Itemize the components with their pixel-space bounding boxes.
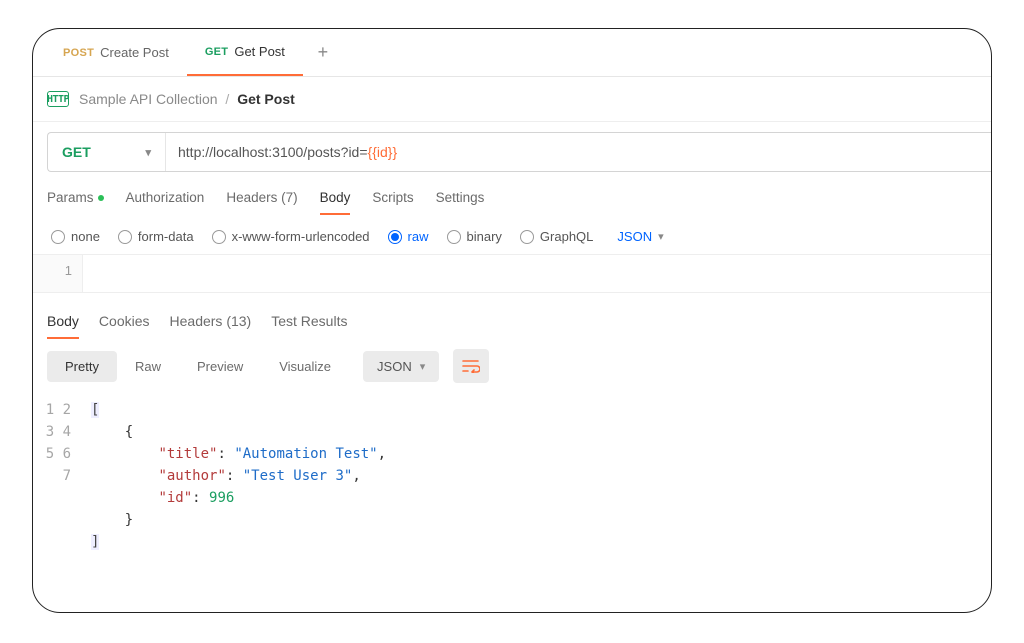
- radio-label: x-www-form-urlencoded: [232, 229, 370, 244]
- tab-headers[interactable]: Headers (7): [226, 190, 297, 215]
- tab-scripts[interactable]: Scripts: [372, 190, 413, 215]
- breadcrumb-collection[interactable]: Sample API Collection: [79, 91, 218, 107]
- tab-label: Create Post: [100, 45, 169, 60]
- response-format-value: JSON: [377, 359, 412, 374]
- radio-label: binary: [467, 229, 502, 244]
- body-type-urlencoded[interactable]: x-www-form-urlencoded: [212, 229, 370, 244]
- chevron-down-icon: ▾: [145, 146, 151, 159]
- request-body-editor[interactable]: 1: [33, 255, 991, 293]
- response-tab-headers[interactable]: Headers (13): [170, 313, 252, 339]
- tab-create-post[interactable]: POST Create Post: [45, 29, 187, 76]
- tab-params[interactable]: Params: [47, 190, 104, 215]
- tab-body[interactable]: Body: [320, 190, 351, 215]
- radio-icon: [520, 230, 534, 244]
- breadcrumb-separator: /: [225, 91, 229, 107]
- editor-gutter: 1: [33, 255, 83, 292]
- response-format-dropdown[interactable]: JSON ▾: [363, 351, 439, 382]
- method-badge-post: POST: [63, 47, 94, 59]
- tab-get-post[interactable]: GET Get Post: [187, 29, 303, 76]
- response-viewmode-bar: Pretty Raw Preview Visualize JSON ▾: [33, 339, 991, 393]
- body-type-raw[interactable]: raw: [388, 229, 429, 244]
- wrap-icon: [462, 359, 480, 373]
- chevron-down-icon: ▾: [420, 360, 426, 373]
- tab-params-label: Params: [47, 190, 94, 205]
- params-indicator-dot: [98, 195, 104, 201]
- method-value: GET: [62, 144, 91, 160]
- body-type-graphql[interactable]: GraphQL: [520, 229, 593, 244]
- viewmode-visualize[interactable]: Visualize: [261, 351, 349, 382]
- radio-icon: [212, 230, 226, 244]
- url-input[interactable]: http://localhost:3100/posts?id={{id}}: [166, 133, 991, 171]
- radio-icon: [388, 230, 402, 244]
- radio-icon: [51, 230, 65, 244]
- response-gutter: 1 2 3 4 5 6 7: [33, 393, 83, 559]
- response-tab-cookies[interactable]: Cookies: [99, 313, 150, 339]
- radio-label: none: [71, 229, 100, 244]
- response-tab-body[interactable]: Body: [47, 313, 79, 339]
- body-type-binary[interactable]: binary: [447, 229, 502, 244]
- method-dropdown[interactable]: GET ▾: [48, 133, 166, 171]
- radio-label: form-data: [138, 229, 194, 244]
- breadcrumb: Sample API Collection / Get Post: [79, 91, 295, 107]
- url-text: http://localhost:3100/posts?id=: [178, 144, 368, 160]
- body-type-none[interactable]: none: [51, 229, 100, 244]
- breadcrumb-current: Get Post: [237, 91, 295, 107]
- breadcrumb-row: HTTP Sample API Collection / Get Post: [33, 77, 991, 122]
- radio-label: raw: [408, 229, 429, 244]
- tabs-row: POST Create Post GET Get Post +: [33, 29, 991, 77]
- url-variable: {{id}}: [368, 144, 398, 160]
- chevron-down-icon: ▾: [658, 230, 664, 243]
- body-type-form-data[interactable]: form-data: [118, 229, 194, 244]
- viewmode-raw[interactable]: Raw: [117, 351, 179, 382]
- radio-label: GraphQL: [540, 229, 593, 244]
- body-format-value: JSON: [617, 229, 652, 244]
- viewmode-pretty[interactable]: Pretty: [47, 351, 117, 382]
- url-bar: GET ▾ http://localhost:3100/posts?id={{i…: [47, 132, 991, 172]
- tab-authorization[interactable]: Authorization: [126, 190, 205, 215]
- tab-settings[interactable]: Settings: [436, 190, 485, 215]
- radio-icon: [447, 230, 461, 244]
- viewmode-preview[interactable]: Preview: [179, 351, 261, 382]
- response-tabs: Body Cookies Headers (13) Test Results: [33, 293, 991, 339]
- request-tabs: Params Authorization Headers (7) Body Sc…: [33, 172, 991, 215]
- radio-icon: [118, 230, 132, 244]
- editor-content[interactable]: [83, 255, 991, 292]
- tab-label: Get Post: [234, 44, 285, 59]
- body-type-row: none form-data x-www-form-urlencoded raw…: [33, 215, 991, 255]
- add-tab-button[interactable]: +: [303, 29, 343, 76]
- body-format-dropdown[interactable]: JSON ▾: [617, 229, 663, 244]
- response-tab-test-results[interactable]: Test Results: [271, 313, 347, 339]
- wrap-lines-button[interactable]: [453, 349, 489, 383]
- http-icon: HTTP: [47, 91, 69, 107]
- response-body-viewer[interactable]: 1 2 3 4 5 6 7 [ { "title": "Automation T…: [33, 393, 991, 559]
- method-badge-get: GET: [205, 46, 229, 58]
- response-body-content: [ { "title": "Automation Test", "author"…: [83, 393, 991, 559]
